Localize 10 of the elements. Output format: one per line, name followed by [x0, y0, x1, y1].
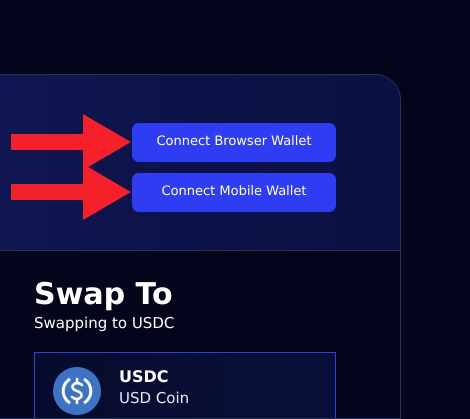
arrow-icon [11, 114, 131, 170]
coin-icon [53, 367, 101, 415]
token-name: USD Coin [119, 388, 190, 409]
token-card[interactable]: USDC USD Coin [34, 352, 336, 418]
section-subtitle: Swapping to USDC [34, 313, 176, 333]
token-symbol: USDC [119, 367, 170, 387]
connect-wallet-button[interactable]: Connect Mobile Wallet [132, 172, 336, 212]
section-title: Swap To [34, 277, 174, 313]
connect-wallet-button[interactable]: Connect Browser Wallet [132, 122, 336, 162]
arrow-icon [11, 164, 131, 220]
